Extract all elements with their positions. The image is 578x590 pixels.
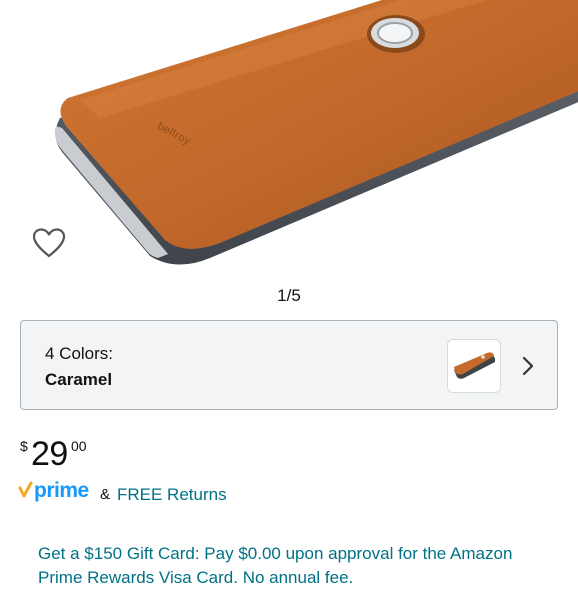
prime-logo-text: prime bbox=[34, 479, 89, 502]
image-pager: 1/5 bbox=[277, 286, 301, 305]
prime-shipping-row: prime & FREE Returns bbox=[18, 478, 418, 508]
variant-label: 4 Colors: bbox=[45, 344, 114, 363]
product-image[interactable]: bellroy bbox=[0, 0, 578, 280]
free-returns-link[interactable]: FREE Returns bbox=[117, 485, 227, 505]
color-variant-selector[interactable]: 4 Colors: Caramel bbox=[20, 320, 558, 410]
price-whole: 29 bbox=[31, 435, 68, 473]
ampersand: & bbox=[100, 486, 111, 503]
price-fraction: 00 bbox=[71, 438, 87, 454]
variant-selected-value: Caramel bbox=[45, 370, 113, 389]
gift-card-promo-link[interactable]: Get a $150 Gift Card: Pay $0.00 upon app… bbox=[38, 542, 538, 590]
chevron-right-icon bbox=[521, 355, 535, 377]
variant-thumbnail[interactable] bbox=[447, 339, 501, 393]
phone-case-image bbox=[54, 0, 578, 265]
wishlist-heart-icon[interactable] bbox=[32, 227, 66, 259]
price-currency-symbol: $ bbox=[20, 438, 28, 454]
